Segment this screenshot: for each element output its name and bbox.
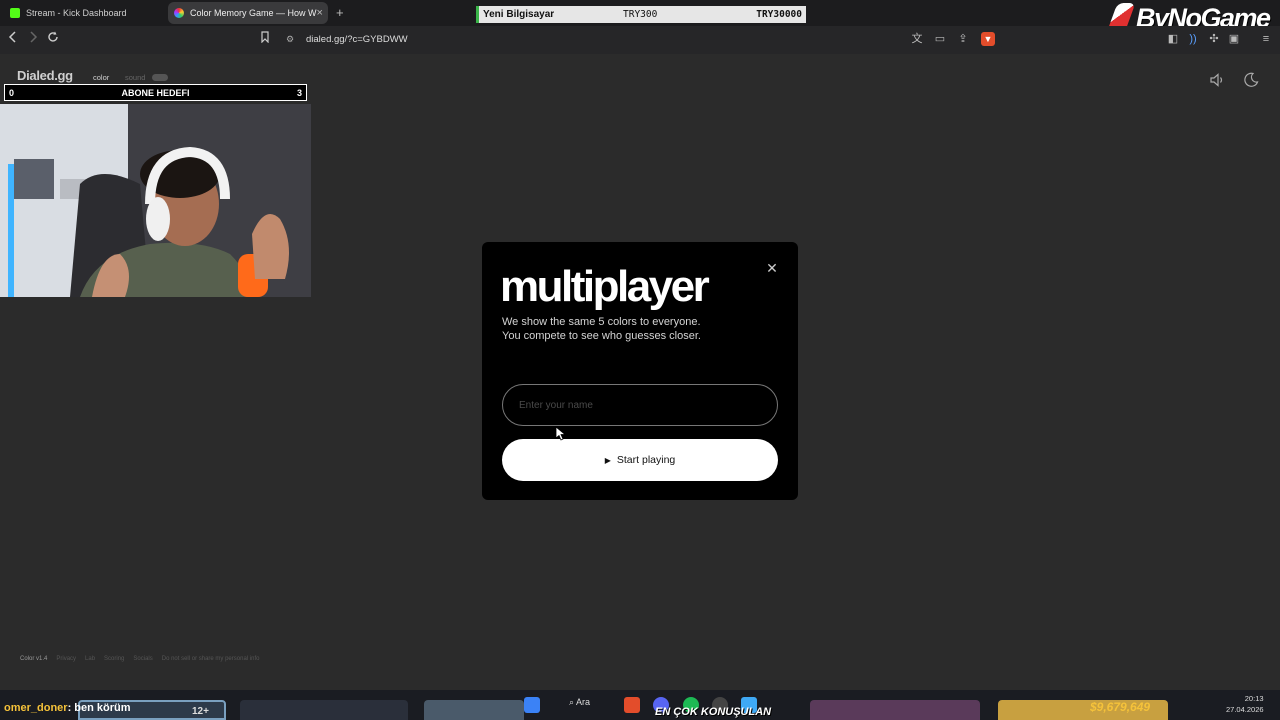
extensions-icon[interactable]: ✣: [1207, 32, 1221, 46]
tab-color-memory-game[interactable]: Color Memory Game — How W ×: [168, 2, 328, 24]
new-tab-button[interactable]: +: [336, 5, 344, 20]
footer-scoring-link[interactable]: Scoring: [104, 656, 124, 662]
popular-banner: EN ÇOK KONUŞULAN: [655, 706, 772, 718]
theme-button[interactable]: [1242, 71, 1260, 89]
footer-version: Color v1.4: [20, 656, 48, 662]
chevron-right-icon: [30, 31, 38, 43]
site-logo[interactable]: Dialed.gg: [17, 68, 73, 83]
chat-message: omer_doner: ben körüm: [4, 702, 131, 714]
mode-color-link[interactable]: color: [93, 73, 109, 82]
bookmark-button[interactable]: [257, 30, 273, 48]
search-label: Ara: [576, 697, 591, 707]
back-button[interactable]: [5, 30, 21, 48]
share-icon[interactable]: ⇪: [956, 32, 970, 46]
search-icon: ⌕: [569, 697, 577, 707]
close-tab-icon[interactable]: ×: [317, 7, 323, 19]
ticker-amount: $9,679,649: [1090, 700, 1151, 714]
clock-time: 20:13: [1244, 694, 1264, 703]
start-playing-label: Start playing: [616, 454, 676, 466]
donation-current: TRY300: [623, 9, 658, 20]
play-icon: ▶: [604, 455, 611, 465]
clock-date: 27.04.2026: [1226, 705, 1264, 714]
donation-label: Yeni Bilgisayar: [483, 9, 555, 20]
tab-label: Stream - Kick Dashboard: [26, 8, 127, 18]
forward-button[interactable]: [25, 30, 41, 48]
windows-start-icon[interactable]: [524, 697, 540, 713]
sub-goal-target: 3: [296, 87, 302, 98]
modal-description-line1: We show the same 5 colors to everyone.: [502, 316, 701, 328]
url-text: dialed.gg/?c=GYBDWW: [306, 34, 408, 45]
taskbar-thumbnail[interactable]: [424, 700, 524, 720]
sound-toggle[interactable]: [152, 74, 168, 81]
name-input[interactable]: [502, 384, 778, 426]
cast-icon[interactable]: ▭: [933, 32, 947, 46]
chevron-left-icon: [8, 31, 16, 43]
brave-shield-icon[interactable]: ▼: [981, 32, 995, 46]
reload-button[interactable]: [45, 30, 61, 48]
site-footer: Color v1.4 Privacy Lab Scoring Socials D…: [20, 656, 259, 662]
modal-title: multiplayer: [500, 262, 710, 311]
extension-2-icon[interactable]: )): [1186, 32, 1200, 46]
bookmark-icon: [261, 31, 269, 44]
volume-button[interactable]: [1208, 71, 1226, 89]
footer-privacy-optout-link[interactable]: Do not sell or share my personal info: [162, 656, 260, 662]
dialed-icon: [174, 8, 184, 18]
tab-kick-dashboard[interactable]: Stream - Kick Dashboard: [4, 2, 164, 24]
volume-icon: [1210, 73, 1223, 87]
start-playing-button[interactable]: ▶ Start playing: [502, 439, 778, 481]
reload-icon: [48, 31, 58, 42]
address-bar[interactable]: ⚙ dialed.gg/?c=GYBDWW: [282, 30, 1002, 49]
subscriber-goal-bar: 0 ABONE HEDEFI 3: [4, 84, 307, 101]
sub-goal-label: ABONE HEDEFI: [121, 87, 190, 98]
footer-socials-link[interactable]: Socials: [133, 656, 152, 662]
extension-1-icon[interactable]: ◧: [1166, 32, 1180, 46]
webcam-feed: [0, 104, 311, 297]
modal-description-line2: You compete to see who guesses closer.: [502, 330, 701, 342]
mouse-cursor-icon: [555, 426, 567, 446]
brave-icon[interactable]: [624, 697, 640, 713]
age-rating-badge: 12+: [192, 706, 209, 717]
translate-icon[interactable]: 文: [910, 32, 924, 46]
footer-privacy-link[interactable]: Privacy: [56, 656, 76, 662]
menu-icon[interactable]: ≡: [1259, 32, 1273, 46]
kick-icon: [10, 8, 20, 18]
system-clock: 20:13 27.04.2026: [1226, 693, 1264, 715]
chat-username: omer_doner: [4, 702, 68, 714]
close-icon[interactable]: ✕: [764, 260, 780, 276]
taskbar-thumbnail[interactable]: [810, 700, 980, 720]
taskbar-thumbnail[interactable]: [240, 700, 408, 720]
chat-text: : ben körüm: [67, 702, 131, 714]
tab-label: Color Memory Game — How W: [190, 8, 317, 18]
taskbar-search[interactable]: ⌕ Ara: [569, 697, 590, 708]
footer-lab-link[interactable]: Lab: [85, 656, 95, 662]
donation-goal: TRY30000: [756, 9, 802, 20]
site-info-icon[interactable]: ⚙: [286, 34, 298, 45]
sidebar-icon[interactable]: ▣: [1227, 32, 1241, 46]
moon-icon: [1244, 72, 1259, 87]
donation-goal-bar: Yeni Bilgisayar TRY300 TRY30000: [476, 6, 806, 23]
mode-sound-link[interactable]: sound: [125, 73, 145, 82]
